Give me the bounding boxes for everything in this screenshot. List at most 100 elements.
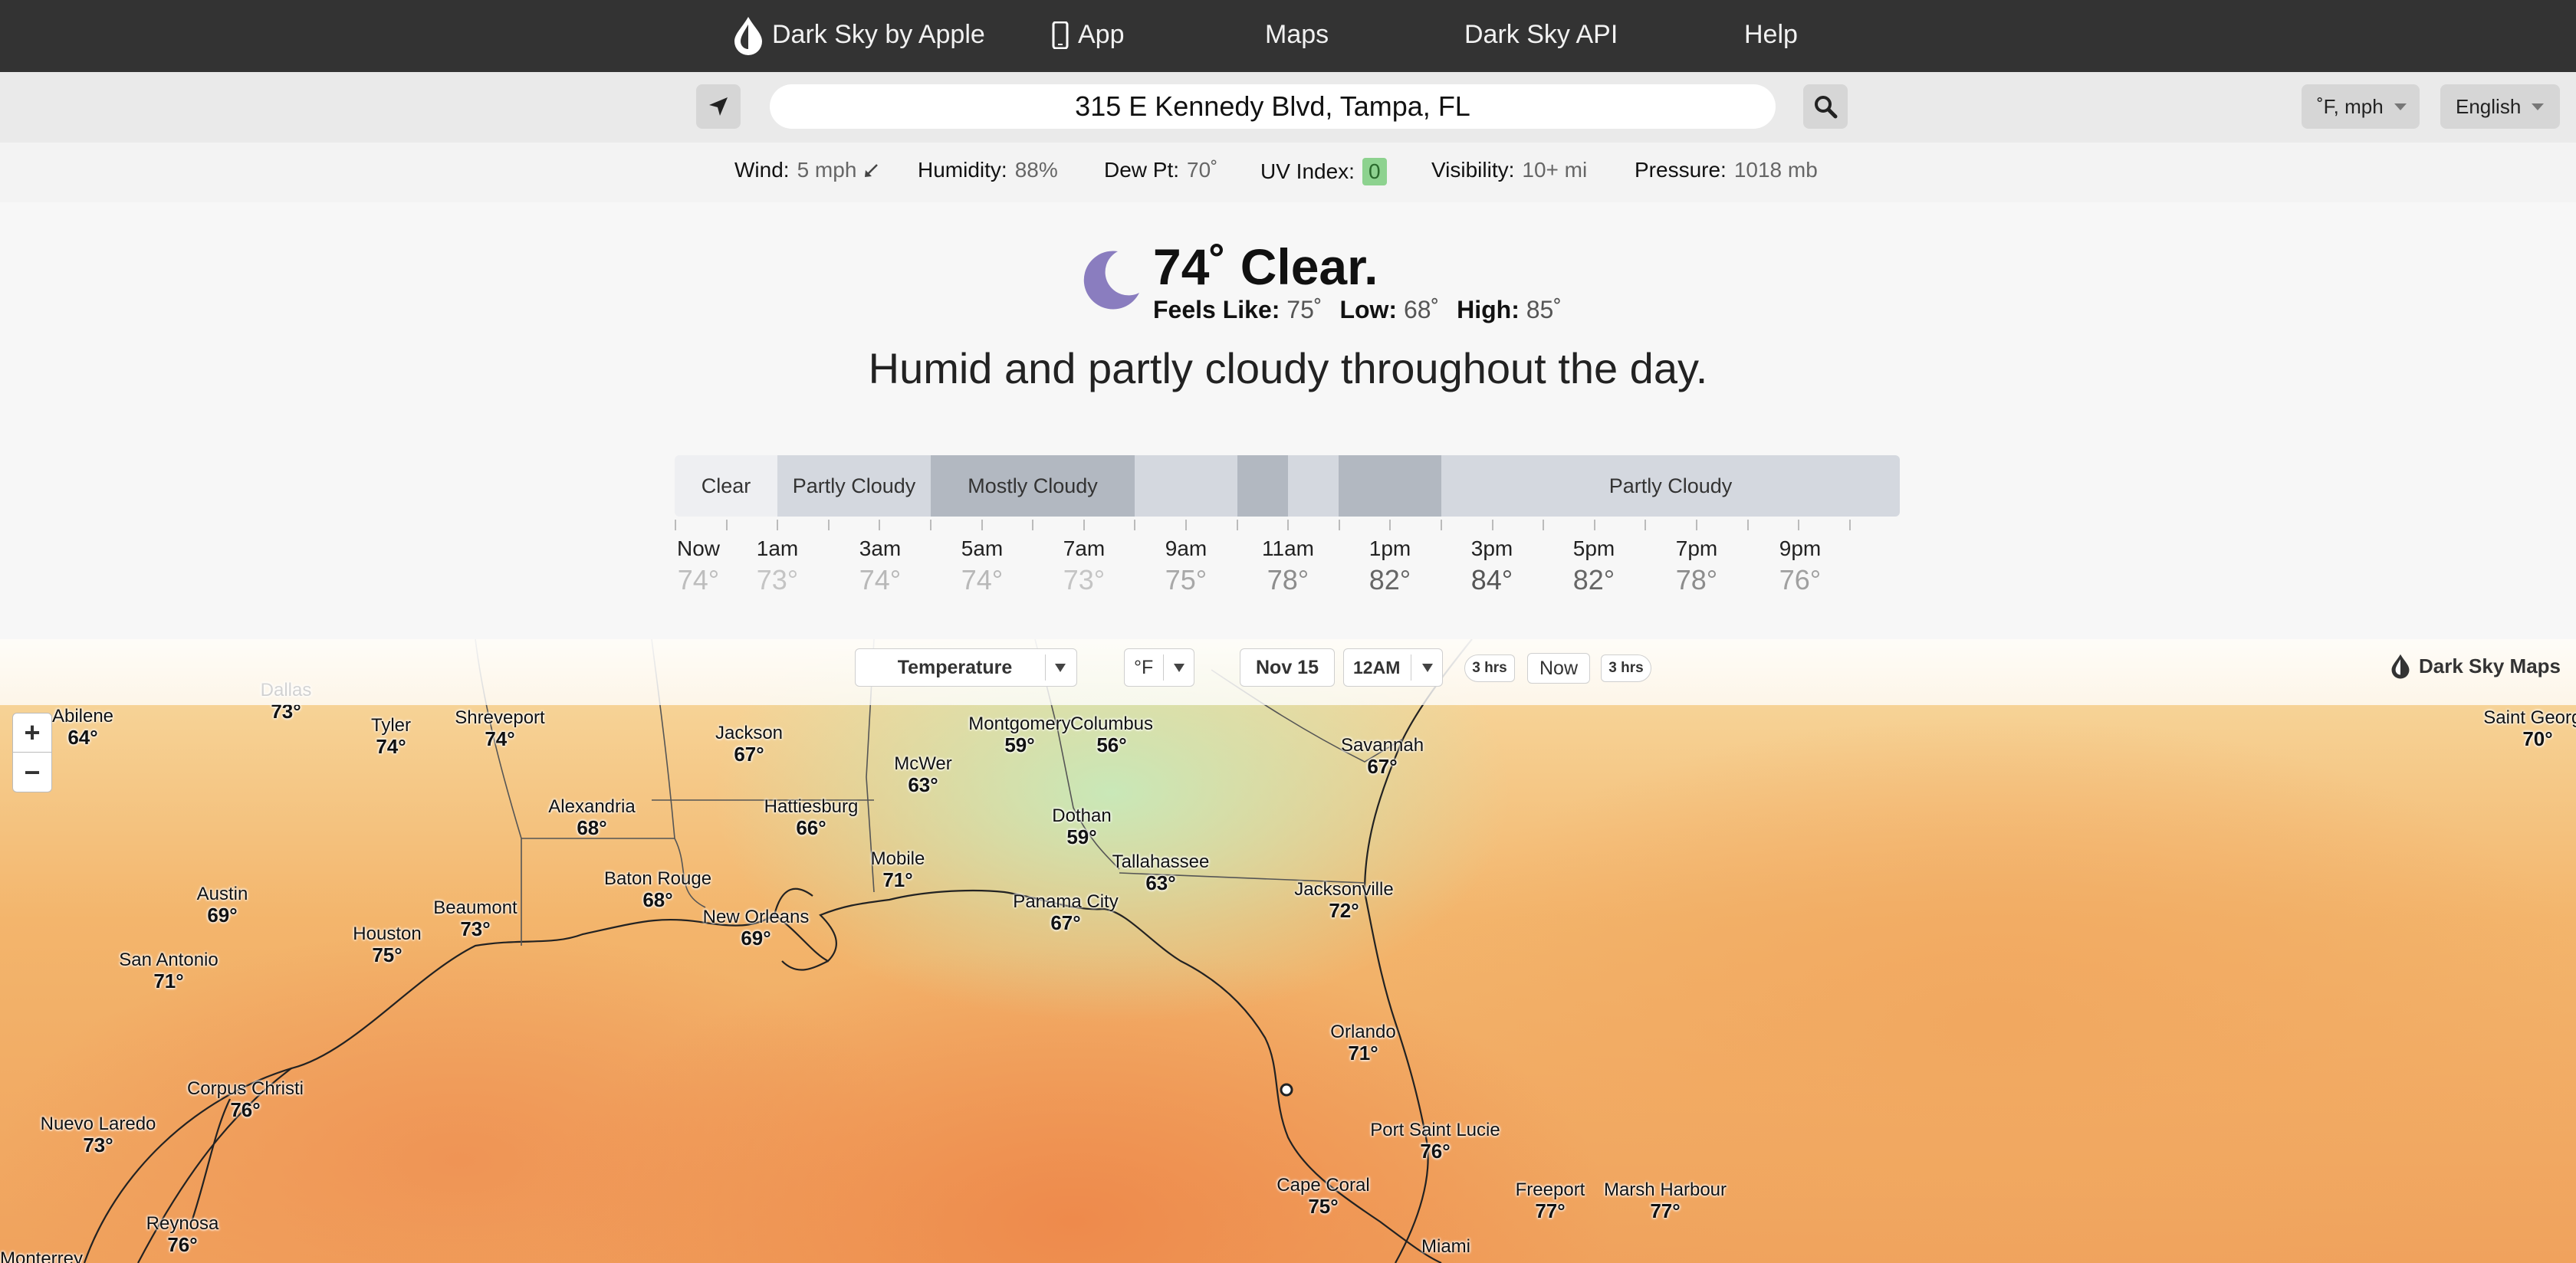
hour-temperature: 78° [1675,564,1718,595]
dew-point-condition: Dew Pt: 70˚ [1104,158,1218,182]
hour-label: 7am [1063,536,1106,560]
search-icon [1815,96,1838,119]
city-temperature: 56° [1096,733,1127,757]
city-label: New Orleans 69° [703,907,810,950]
timeline-tick [1543,520,1545,530]
city-temperature: 75° [1308,1195,1339,1219]
city-label: Miami [1421,1236,1470,1257]
zoom-out-button[interactable]: − [12,753,52,792]
chevron-down-icon [1055,663,1066,672]
hour-column: Now 74° [652,536,744,596]
city-temperature: 59° [1066,825,1097,849]
now-label: Now [1539,657,1578,679]
map-toolbar: Temperature °F Nov 15 12AM 3 hrs Now 3 h… [0,639,2576,705]
city-label: Marsh Harbour 77° [1604,1179,1727,1222]
city-name: Savannah [1340,735,1424,756]
city-label: Corpus Christi 76° [186,1078,304,1121]
units-dropdown-label: ˚F, mph [2317,94,2384,118]
search-bar: ˚F, mph English [0,72,2576,143]
city-name: Jacksonville [1294,879,1394,900]
pressure-label: Pressure: [1635,158,1727,182]
hourly-timeline-bar[interactable]: Clear Partly Cloudy Mostly Cloudy Partly Cl… [675,455,1900,517]
nav-api-link[interactable]: Dark Sky API [1464,0,1618,72]
city-temperature: 67° [734,743,764,766]
locate-me-button[interactable] [696,84,741,129]
map-unit-select[interactable]: °F [1124,648,1194,687]
map-date-label: Nov 15 [1256,656,1319,678]
city-name: Houston [353,923,422,944]
city-name: Austin [196,884,248,904]
hour-label: 3am [859,536,902,560]
nav-help-link[interactable]: Help [1744,0,1798,72]
map-now-button[interactable]: Now [1527,653,1590,684]
city-name: Port Saint Lucie [1370,1120,1500,1140]
city-name: Corpus Christi [186,1078,304,1099]
city-name: New Orleans [702,907,810,927]
dark-sky-logo-icon[interactable] [731,15,765,55]
visibility-condition: Visibility: 10+ mi [1431,158,1587,182]
map-time-select[interactable]: 12AM [1343,648,1443,687]
hour-temperature: 74° [859,564,902,595]
city-name: Panama City [1013,891,1119,912]
dark-sky-logo-icon [2391,654,2410,679]
nav-brand-link[interactable]: Dark Sky by Apple [772,0,985,72]
timeline-tick [1491,520,1493,530]
city-label: Abilene 64° [52,706,113,749]
current-conditions-strip: Wind: 5 mph Humidity: 88% Dew Pt: 70˚ UV In… [0,143,2576,202]
city-label: Montgomery 59° [968,714,1070,756]
nav-app-link[interactable]: App [1078,0,1125,72]
city-temperature: 71° [882,868,913,892]
city-name: Saint George [2483,707,2576,728]
timeline-tick [827,520,830,530]
pressure-value: 1018 mb [1733,158,1818,182]
hour-temperature: 75° [1165,564,1208,595]
current-weather: 74˚ Clear. Feels Like: 75˚ Low: 68˚ High… [0,202,2576,639]
visibility-label: Visibility: [1431,158,1515,182]
city-label: Dothan 59° [1052,805,1112,849]
weather-map[interactable]: Dallas73°Abilene64°Tyler74°Shreveport74°… [0,639,2576,1263]
map-layer-label: Temperature [897,656,1013,678]
uv-index-label: UV Index: [1260,159,1355,183]
search-button[interactable] [1803,84,1848,129]
low-value: 68˚ [1403,296,1440,323]
timeline-tick [725,520,728,530]
hour-label: 1am [756,536,799,560]
timeline-tick [1593,520,1595,530]
language-dropdown[interactable]: English [2440,84,2560,129]
timeline-tick [1848,520,1851,530]
map-step-back-button[interactable]: 3 hrs [1464,654,1515,682]
nav-maps-link[interactable]: Maps [1265,0,1329,72]
map-step-forward-button[interactable]: 3 hrs [1601,654,1651,682]
city-name: Hattiesburg [764,796,859,817]
city-label: Mobile 71° [871,848,925,892]
city-label: Jacksonville 72° [1294,879,1394,922]
city-name: Columbus [1070,714,1154,734]
city-temperature: 67° [1367,755,1398,779]
hour-temperature: 82° [1572,564,1615,595]
dark-sky-maps-brand[interactable]: Dark Sky Maps [2390,653,2561,679]
hour-column: 3pm 84° [1446,536,1538,596]
city-name: Reynosa [146,1213,219,1234]
city-name: Dothan [1052,805,1112,826]
city-temperature: 74° [376,735,406,759]
chevron-down-icon [2532,103,2545,110]
timeline-tick [1798,520,1800,530]
city-temperature: 76° [1420,1140,1451,1163]
uv-index-badge: 0 [1362,158,1387,185]
city-label: Panama City 67° [1013,891,1119,935]
city-temperature: 68° [642,888,673,912]
zoom-in-button[interactable]: + [12,713,52,753]
timeline-tick [675,520,676,530]
map-layer-select[interactable]: Temperature [855,648,1077,687]
city-temperature: 67° [1050,911,1081,935]
timeline-tick [1338,520,1340,530]
search-input[interactable] [770,84,1776,129]
city-temperature: 73° [460,917,491,941]
chevron-down-icon [1421,663,1433,672]
units-dropdown[interactable]: ˚F, mph [2302,84,2420,129]
city-temperature: 73° [83,1133,113,1157]
city-label: Nuevo Laredo 73° [41,1114,156,1156]
timeline-segment [1135,455,1237,517]
map-date-button[interactable]: Nov 15 [1240,648,1335,687]
top-navigation: Dark Sky by Apple App Maps Dark Sky API … [0,0,2576,72]
